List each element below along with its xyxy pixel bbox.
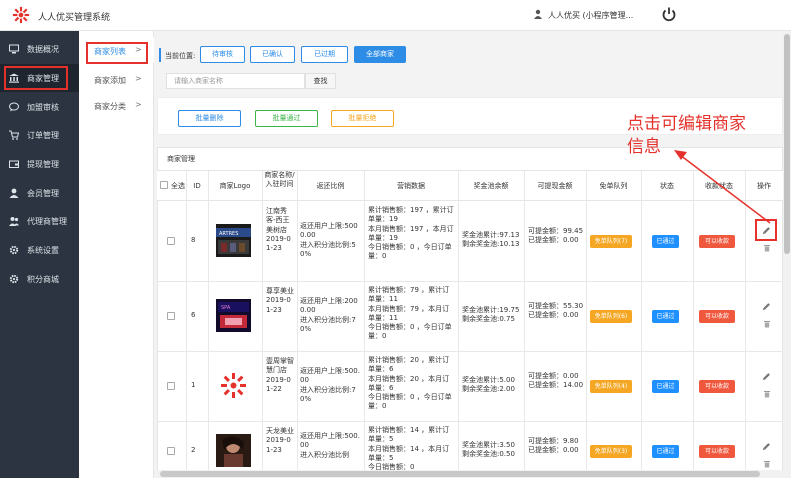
horizontal-scroll-thumb[interactable]	[160, 471, 760, 477]
annotation-text: 点击可编辑商家 信息	[627, 114, 746, 157]
vertical-scroll-thumb[interactable]	[784, 34, 790, 254]
annotation-arrow	[674, 150, 771, 224]
